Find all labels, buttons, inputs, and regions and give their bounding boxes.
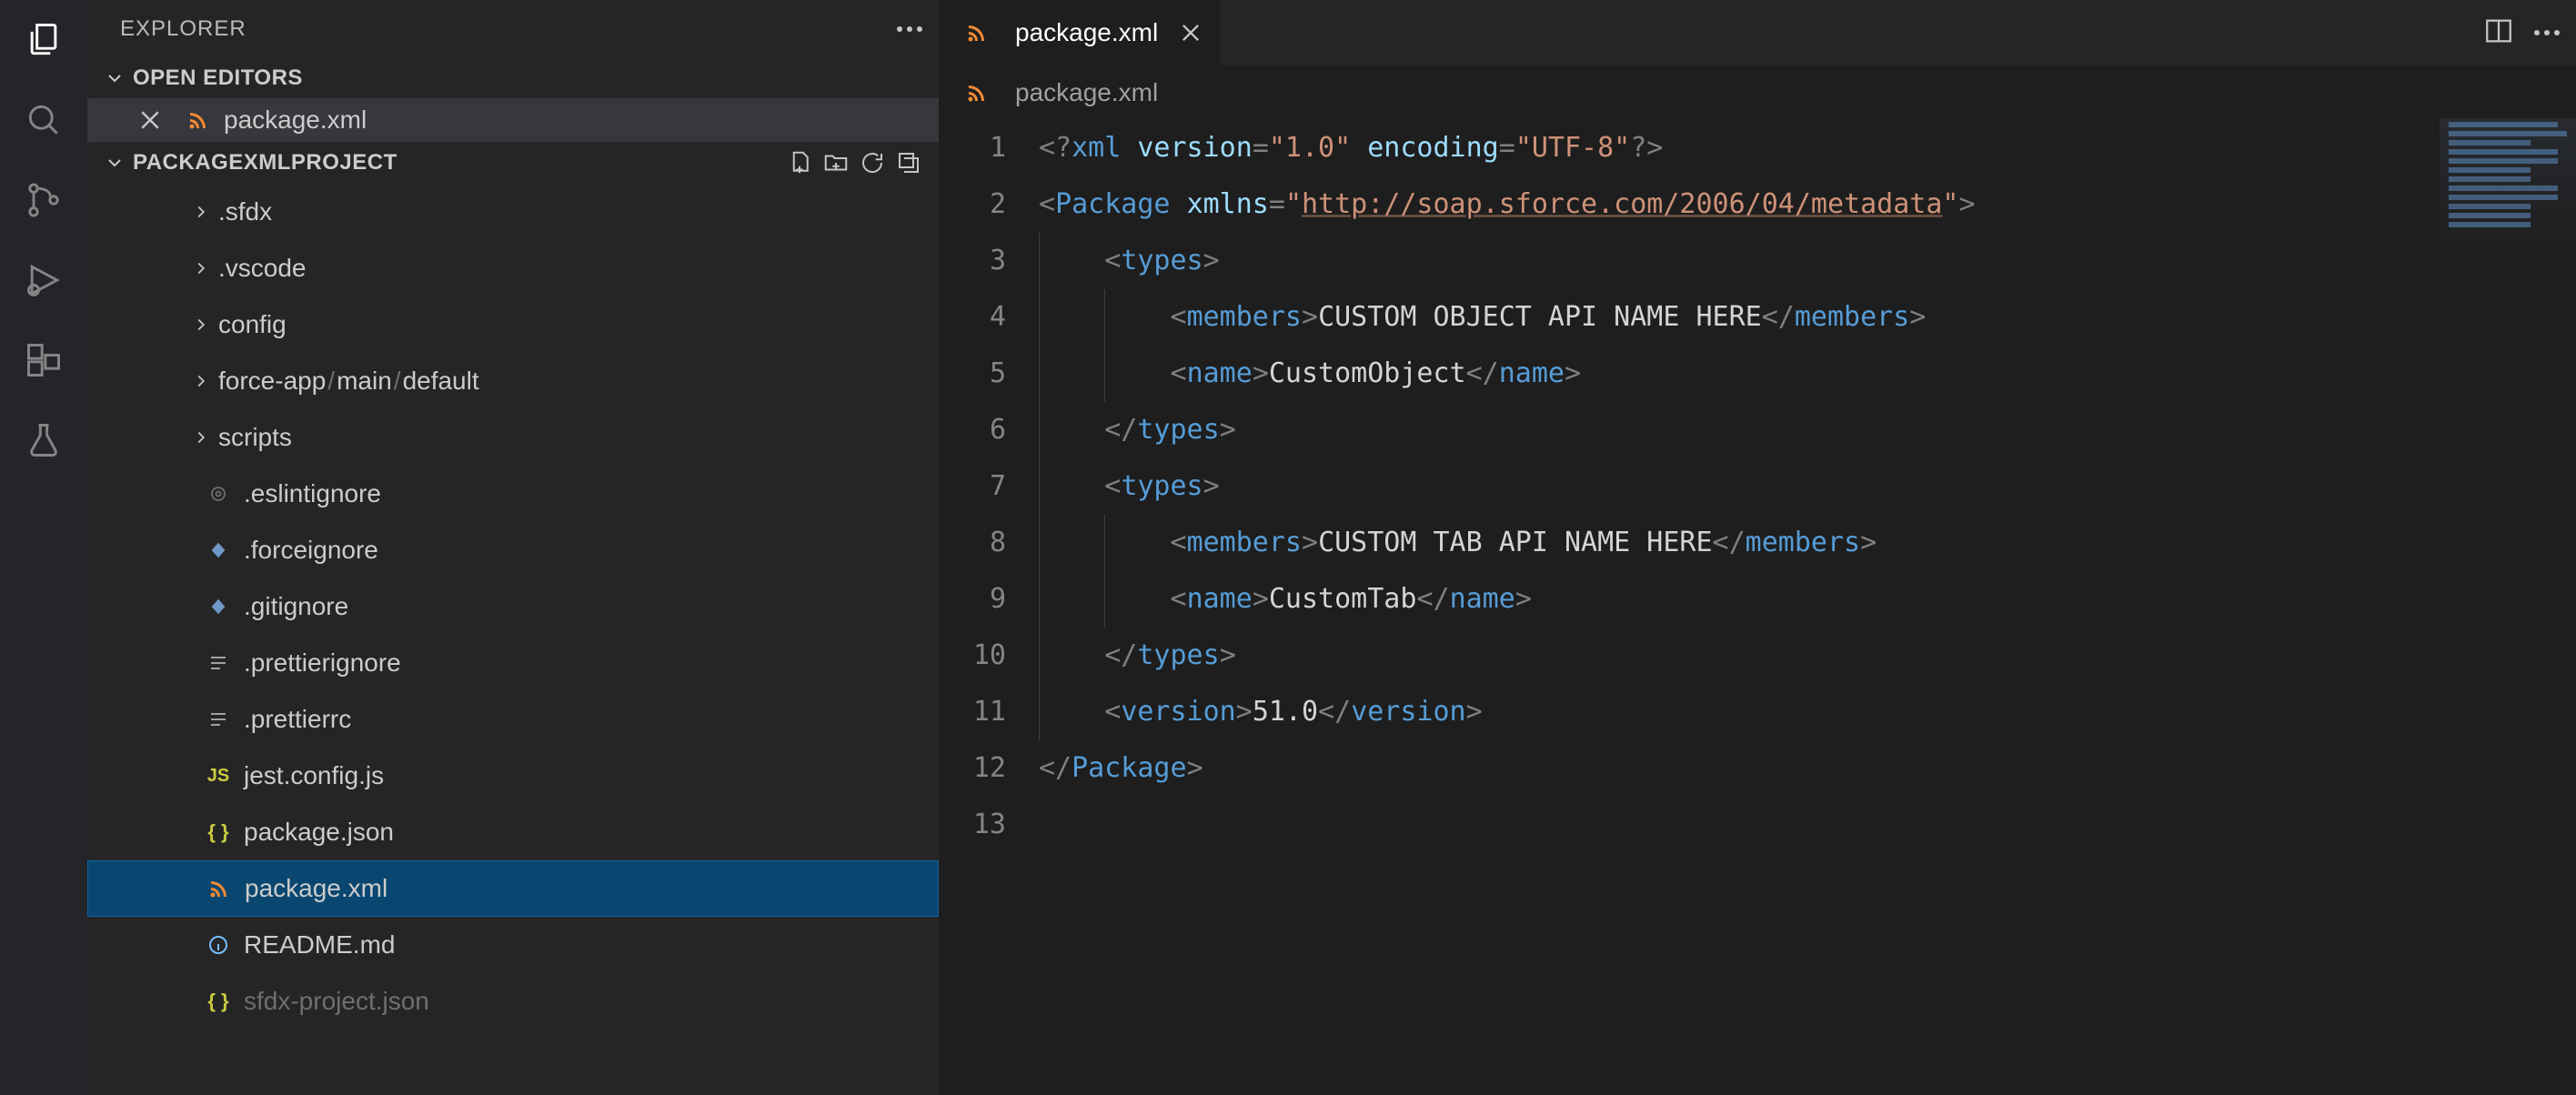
rss-icon [964,20,990,45]
explorer-title: EXPLORER [120,16,247,42]
minimap[interactable] [2440,118,2576,264]
file-.gitignore[interactable]: .gitignore [87,578,939,635]
code-content[interactable]: <?xml version="1.0" encoding="UTF-8"?><P… [1039,120,2576,1095]
line-number-gutter: 12345678910111213 [939,120,1039,1095]
folder-scripts[interactable]: scripts [87,409,939,466]
explorer-sidebar: EXPLORER OPEN EDITORS package.xml PACKAG… [87,0,939,1095]
tab-bar: package.xml [939,0,2576,65]
rss-icon [964,80,990,105]
file-package.json[interactable]: { }package.json [87,804,939,860]
activity-bar [0,0,87,1095]
folder-.sfdx[interactable]: .sfdx [87,184,939,240]
open-editor-item[interactable]: package.xml [87,98,939,142]
explorer-more-icon[interactable] [897,26,922,32]
new-folder-icon[interactable] [822,149,850,176]
file-.prettierrc[interactable]: .prettierrc [87,691,939,748]
editor-area: package.xml package.xml 1234567891011121… [939,0,2576,1095]
file-README.md[interactable]: README.md [87,917,939,973]
file-tree: .sfdx.vscodeconfigforce-app/main/default… [87,184,939,1030]
activity-explorer-icon[interactable] [22,18,65,62]
breadcrumb[interactable]: package.xml [939,65,2576,120]
new-file-icon[interactable] [786,149,813,176]
activity-extensions-icon[interactable] [22,338,65,382]
project-label: PACKAGEXMLPROJECT [133,150,397,176]
project-header[interactable]: PACKAGEXMLPROJECT [87,142,939,184]
refresh-icon[interactable] [859,149,886,176]
rss-icon [186,107,211,133]
file-.eslintignore[interactable]: .eslintignore [87,466,939,522]
tab-package-xml[interactable]: package.xml [939,0,1221,65]
file-.forceignore[interactable]: .forceignore [87,522,939,578]
file-package.xml[interactable]: package.xml [87,860,939,917]
open-editors-header[interactable]: OPEN EDITORS [87,58,939,98]
open-editors-label: OPEN EDITORS [133,65,303,91]
activity-source-control-icon[interactable] [22,178,65,222]
activity-run-debug-icon[interactable] [22,258,65,302]
close-icon[interactable] [1178,20,1203,45]
file-sfdx-project.json[interactable]: { }sfdx-project.json [87,973,939,1030]
split-editor-icon[interactable] [2483,15,2514,51]
folder-config[interactable]: config [87,296,939,353]
folder-.vscode[interactable]: .vscode [87,240,939,296]
file-jest.config.js[interactable]: JSjest.config.js [87,748,939,804]
file-.prettierignore[interactable]: .prettierignore [87,635,939,691]
tab-filename: package.xml [1015,18,1158,47]
breadcrumb-filename: package.xml [1015,78,1158,107]
activity-testing-icon[interactable] [22,418,65,462]
collapse-all-icon[interactable] [895,149,922,176]
folder-force-app-main-default[interactable]: force-app/main/default [87,353,939,409]
close-icon[interactable] [136,106,164,134]
activity-search-icon[interactable] [22,98,65,142]
editor-more-icon[interactable] [2534,30,2560,35]
open-editor-filename: package.xml [224,105,367,135]
